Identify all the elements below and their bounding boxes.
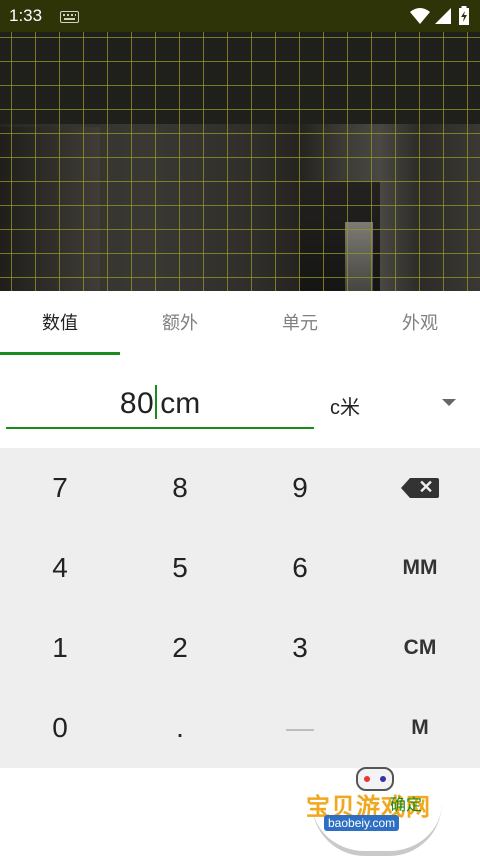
key-m[interactable]: M <box>360 688 480 768</box>
key-1[interactable]: 1 <box>0 608 120 688</box>
key-8[interactable]: 8 <box>120 448 240 528</box>
dropdown-arrow-icon <box>442 399 456 406</box>
key-9[interactable]: 9 <box>240 448 360 528</box>
backspace-button[interactable]: ✕ <box>360 448 480 528</box>
watermark-url: baobeiy.com <box>324 815 400 831</box>
key-cm[interactable]: CM <box>360 608 480 688</box>
key-5[interactable]: 5 <box>120 528 240 608</box>
status-time: 1:33 <box>9 6 43 25</box>
confirm-button[interactable]: 确定 <box>390 791 422 815</box>
unit-dropdown-value: c米 <box>330 397 360 419</box>
tab-extra[interactable]: 额外 <box>120 291 240 355</box>
unit-dropdown[interactable]: c米 <box>330 383 470 423</box>
wifi-icon <box>410 8 430 24</box>
value-display: 80 cm <box>6 385 314 421</box>
tab-unit[interactable]: 单元 <box>240 291 360 355</box>
signal-icon <box>435 8 451 24</box>
key-6[interactable]: 6 <box>240 528 360 608</box>
key-decimal[interactable]: . <box>120 688 240 768</box>
input-row: 80 cm c米 <box>0 355 480 448</box>
battery-icon <box>459 6 469 25</box>
tab-bar: 数值 额外 单元 外观 <box>0 291 480 355</box>
text-caret <box>155 385 158 419</box>
camera-preview <box>0 32 480 291</box>
measurement-grid <box>0 32 480 291</box>
status-bar: 1:33 <box>0 0 480 32</box>
value-unit-suffix: cm <box>160 387 201 420</box>
value-input[interactable]: 80 cm <box>6 375 314 429</box>
numeric-keypad: 7 8 9 ✕ 4 5 6 MM 1 2 3 CM 0 . — M <box>0 448 480 768</box>
key-minus[interactable]: — <box>240 688 360 768</box>
watermark-logo: 宝贝游戏网 确定 baobeiy.com <box>300 763 460 856</box>
value-number: 80 <box>119 387 155 420</box>
key-7[interactable]: 7 <box>0 448 120 528</box>
tab-appearance[interactable]: 外观 <box>360 291 480 355</box>
tab-value[interactable]: 数值 <box>0 291 120 355</box>
keyboard-icon <box>60 11 79 23</box>
key-4[interactable]: 4 <box>0 528 120 608</box>
key-2[interactable]: 2 <box>120 608 240 688</box>
backspace-icon: ✕ <box>401 477 439 498</box>
key-mm[interactable]: MM <box>360 528 480 608</box>
key-3[interactable]: 3 <box>240 608 360 688</box>
key-0[interactable]: 0 <box>0 688 120 768</box>
